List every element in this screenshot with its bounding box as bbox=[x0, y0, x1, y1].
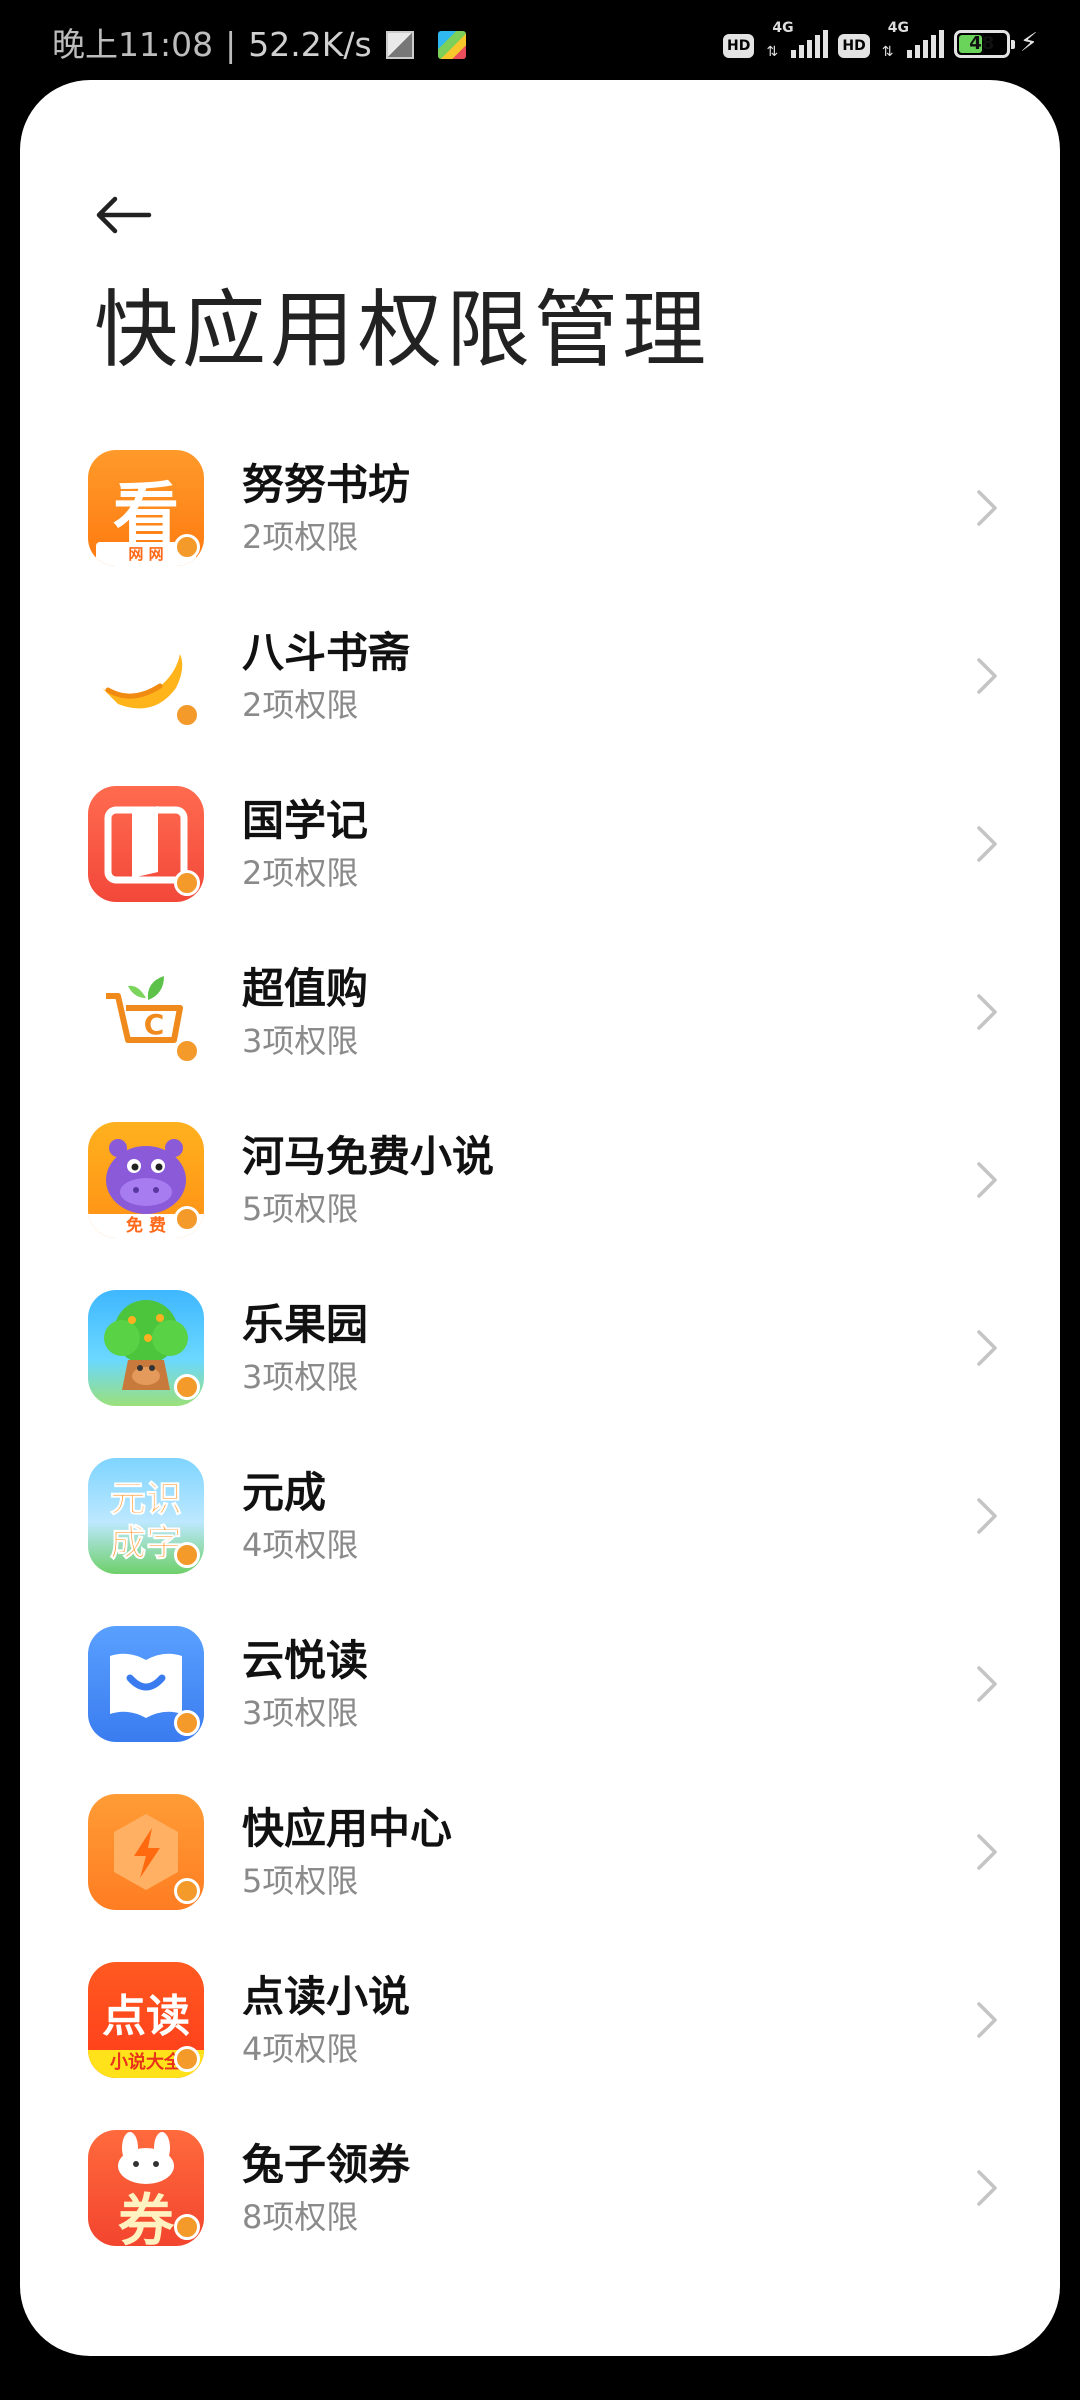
charging-icon: ⚡ bbox=[1019, 28, 1038, 58]
app-name: 乐果园 bbox=[242, 1300, 369, 1349]
list-item[interactable]: 免 费 河马免费小说 5项权限 bbox=[20, 1098, 1060, 1266]
list-item[interactable]: 八斗书斋 2项权限 bbox=[20, 594, 1060, 762]
app-name: 努努书坊 bbox=[242, 460, 411, 509]
chevron-right-icon bbox=[977, 1330, 997, 1366]
permission-count: 3项权限 bbox=[242, 1022, 359, 1060]
app-icon-nunu: 看 网 网 bbox=[88, 450, 204, 566]
app-icon-quickapp-center bbox=[88, 1794, 204, 1910]
list-item[interactable]: 看 网 网 努努书坊 2项权限 bbox=[20, 426, 1060, 594]
status-separator: | bbox=[225, 25, 237, 64]
permission-count: 4项权限 bbox=[242, 2030, 359, 2068]
quick-app-badge bbox=[174, 1206, 200, 1232]
permission-count: 2项权限 bbox=[242, 854, 359, 892]
permission-count: 2项权限 bbox=[242, 686, 359, 724]
list-item[interactable]: 乐果园 3项权限 bbox=[20, 1266, 1060, 1434]
app-name: 兔子领券 bbox=[242, 2140, 411, 2189]
app-name: 云悦读 bbox=[242, 1636, 369, 1685]
page-title: 快应用权限管理 bbox=[94, 281, 711, 379]
app-icon-leguoyuan bbox=[88, 1290, 204, 1406]
permission-count: 8项权限 bbox=[242, 2198, 359, 2236]
permission-count: 3项权限 bbox=[242, 1358, 359, 1396]
data-arrows-icon: ⇅ bbox=[766, 44, 779, 60]
network-speed: 52.2K/s bbox=[248, 25, 372, 64]
battery-level: 48 bbox=[969, 33, 995, 54]
status-left: 晚上11:08 | 52.2K/s bbox=[52, 28, 466, 61]
app-name: 点读小说 bbox=[242, 1972, 411, 2021]
app-icon-yunyuedu bbox=[88, 1626, 204, 1742]
signal-icon: 4G ⇅ bbox=[764, 20, 829, 62]
status-bar: 晚上11:08 | 52.2K/s HD 4G ⇅ HD 4G ⇅ 48 ⚡ bbox=[0, 0, 1080, 80]
app-icon-hema: 免 费 bbox=[88, 1122, 204, 1238]
app-icon-diandu: 点读 小说大全 bbox=[88, 1962, 204, 2078]
signal-bars-icon bbox=[906, 30, 944, 58]
icon-label: C bbox=[143, 1008, 165, 1041]
app-icon-guoxueji bbox=[88, 786, 204, 902]
data-arrows-icon: ⇅ bbox=[881, 44, 894, 60]
app-list: 看 网 网 努努书坊 2项权限 八斗书斋 2项权限 国学记 2项权限 C 超值购… bbox=[20, 426, 1060, 2274]
quick-app-badge bbox=[174, 1878, 200, 1904]
app-name: 快应用中心 bbox=[242, 1804, 453, 1853]
permission-management-card: 快应用权限管理 看 网 网 努努书坊 2项权限 八斗书斋 2项权限 国学记 2项… bbox=[20, 80, 1060, 2356]
status-right: HD 4G ⇅ HD 4G ⇅ 48 ⚡ bbox=[723, 20, 1038, 62]
hd-voice-icon: HD bbox=[723, 34, 755, 58]
permission-count: 5项权限 bbox=[242, 1190, 359, 1228]
quick-app-badge bbox=[174, 870, 200, 896]
list-item[interactable]: 快应用中心 5项权限 bbox=[20, 1770, 1060, 1938]
app-icon-tuzi: 券 bbox=[88, 2130, 204, 2246]
list-item[interactable]: 点读 小说大全 点读小说 4项权限 bbox=[20, 1938, 1060, 2106]
back-button[interactable] bbox=[88, 180, 158, 250]
chevron-right-icon bbox=[977, 2170, 997, 2206]
status-time: 晚上11:08 bbox=[52, 25, 214, 64]
app-name: 超值购 bbox=[242, 964, 369, 1013]
list-item[interactable]: 云悦读 3项权限 bbox=[20, 1602, 1060, 1770]
battery-icon: 48 bbox=[953, 30, 1015, 58]
permission-count: 5项权限 bbox=[242, 1862, 359, 1900]
quick-app-badge bbox=[174, 1542, 200, 1568]
list-item[interactable]: C 超值购 3项权限 bbox=[20, 930, 1060, 1098]
hd-voice-icon: HD bbox=[838, 34, 870, 58]
chevron-right-icon bbox=[977, 994, 997, 1030]
chevron-right-icon bbox=[977, 1162, 997, 1198]
app-icon-yuancheng: 元识 成字 bbox=[88, 1458, 204, 1574]
signal-bars-icon bbox=[791, 30, 829, 58]
signal-icon: 4G ⇅ bbox=[880, 20, 944, 62]
quick-app-badge bbox=[174, 2214, 200, 2240]
list-item[interactable]: 元识 成字 元成 4项权限 bbox=[20, 1434, 1060, 1602]
chevron-right-icon bbox=[977, 1666, 997, 1702]
chevron-right-icon bbox=[977, 658, 997, 694]
chevron-right-icon bbox=[977, 826, 997, 862]
arrow-left-icon bbox=[96, 196, 152, 234]
app-name: 元成 bbox=[242, 1468, 327, 1517]
chevron-right-icon bbox=[977, 1498, 997, 1534]
quick-app-badge bbox=[174, 1374, 200, 1400]
icon-label: 点读 bbox=[102, 1991, 190, 2042]
app-name: 河马免费小说 bbox=[242, 1132, 495, 1181]
chevron-right-icon bbox=[977, 1834, 997, 1870]
gallery-notification-icon bbox=[385, 30, 414, 59]
app-name: 八斗书斋 bbox=[242, 628, 411, 677]
list-item[interactable]: 券 兔子领券 8项权限 bbox=[20, 2106, 1060, 2274]
app-icon-chaozhigou: C bbox=[88, 954, 204, 1070]
permission-count: 4项权限 bbox=[242, 1526, 359, 1564]
quick-app-badge bbox=[174, 1710, 200, 1736]
chevron-right-icon bbox=[977, 490, 997, 526]
list-item[interactable]: 国学记 2项权限 bbox=[20, 762, 1060, 930]
quick-app-badge bbox=[174, 1038, 200, 1064]
permission-count: 3项权限 bbox=[242, 1694, 359, 1732]
app-name: 国学记 bbox=[242, 796, 369, 845]
quick-app-badge bbox=[174, 2046, 200, 2072]
chevron-right-icon bbox=[977, 2002, 997, 2038]
permission-count: 2项权限 bbox=[242, 518, 359, 556]
app-icon-badou bbox=[88, 618, 204, 734]
play-store-notification-icon bbox=[437, 30, 466, 59]
quick-app-badge bbox=[174, 534, 200, 560]
quick-app-badge bbox=[174, 702, 200, 728]
